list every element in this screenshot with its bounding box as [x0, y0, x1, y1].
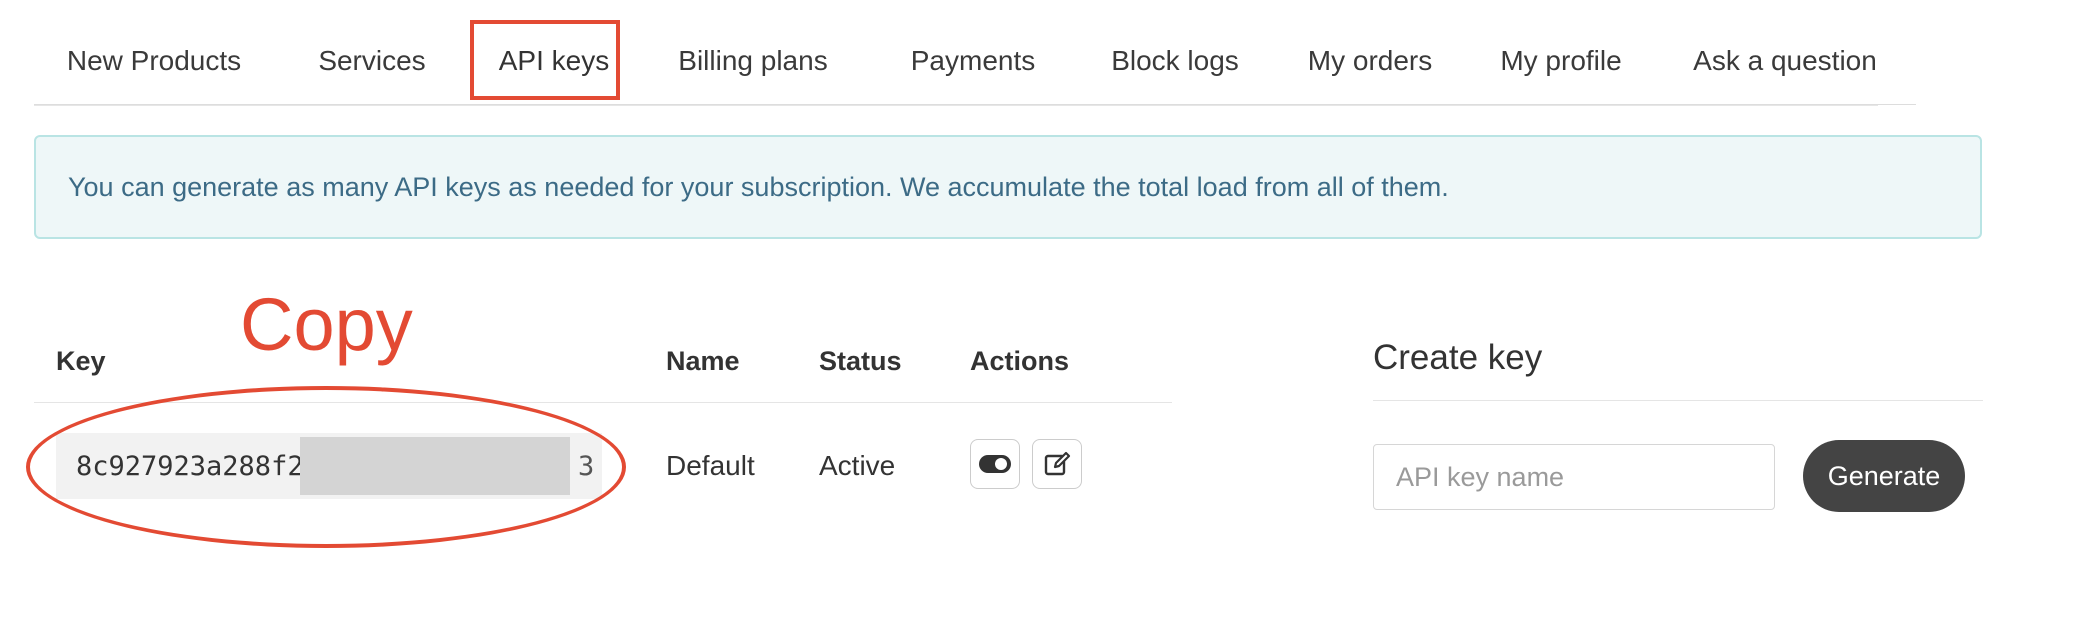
api-key-name-input[interactable]: [1373, 444, 1775, 510]
key-status: Active: [819, 450, 896, 481]
tab-new-products[interactable]: New Products: [34, 18, 274, 105]
column-header-key: Key: [56, 346, 106, 376]
tab-my-orders[interactable]: My orders: [1272, 18, 1468, 105]
info-alert: You can generate as many API keys as nee…: [34, 135, 1982, 239]
tab-my-profile[interactable]: My profile: [1468, 18, 1654, 105]
edit-key-button[interactable]: [1032, 439, 1082, 489]
key-name: Default: [666, 450, 755, 481]
tab-label: New Products: [66, 45, 242, 76]
copy-annotation: Copy: [240, 283, 413, 366]
tab-ask-a-question[interactable]: Ask a question: [1654, 18, 1916, 105]
tab-label: Block logs: [1111, 45, 1239, 76]
copy-highlight-annotation: [26, 386, 626, 548]
column-header-actions: Actions: [970, 346, 1070, 376]
alert-text: You can generate as many API keys as nee…: [68, 171, 1449, 202]
active-tab-highlight-annotation: [470, 20, 620, 100]
toggle-icon: [979, 455, 1011, 473]
edit-icon: [1044, 451, 1071, 476]
column-header-status: Status: [819, 346, 902, 376]
nav-tabs: New Products Services API keys Billing p…: [34, 18, 1916, 106]
tab-label: My orders: [1307, 45, 1433, 76]
column-header-name: Name: [666, 346, 740, 376]
tab-label: Ask a question: [1693, 45, 1877, 76]
tab-label: Services: [318, 45, 426, 76]
generate-button[interactable]: Generate: [1803, 440, 1965, 512]
create-key-title: Create key: [1373, 338, 1543, 377]
tab-label: Billing plans: [678, 45, 828, 76]
tab-label: My profile: [1500, 45, 1622, 76]
tab-billing-plans[interactable]: Billing plans: [638, 18, 868, 105]
tab-payments[interactable]: Payments: [868, 18, 1078, 105]
tab-services[interactable]: Services: [274, 18, 470, 105]
tab-block-logs[interactable]: Block logs: [1078, 18, 1272, 105]
create-key-divider: [1373, 400, 1983, 401]
toggle-status-button[interactable]: [970, 439, 1020, 489]
tab-label: Payments: [910, 45, 1036, 76]
